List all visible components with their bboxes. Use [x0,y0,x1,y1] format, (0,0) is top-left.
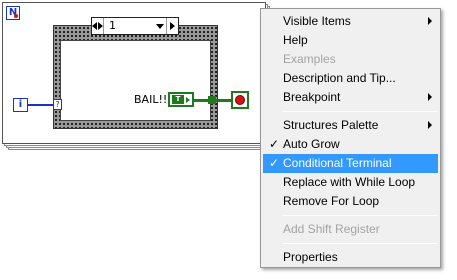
menu-item-label: Conditional Terminal [283,156,392,170]
menu-item-label: Breakpoint [283,90,341,104]
tunnel-label: ? [55,100,60,109]
menu-item-replace-with-while-loop[interactable]: Replace with While Loop [263,173,438,192]
submenu-arrow-icon [428,17,432,25]
menu-item-label: Replace with While Loop [283,175,416,189]
menu-item-examples: Examples [263,50,438,69]
checkmark-icon: ✓ [269,137,280,151]
boolean-constant[interactable]: T [168,92,194,107]
case-input-tunnel[interactable]: ? [53,99,62,110]
arrow-right-icon [170,22,175,30]
menu-item-auto-grow[interactable]: ✓ Auto Grow [263,135,438,154]
boolean-output-icon [186,96,190,103]
menu-separator [283,111,437,112]
arrow-left-icon [92,22,97,30]
menu-item-label: Structures Palette [283,118,379,132]
menu-item-description-and-tip[interactable]: Description and Tip... [263,69,438,88]
arrow-right-icon [98,22,103,30]
boolean-constant-label: T [172,95,184,104]
case-structure[interactable]: 1 [53,17,218,129]
for-loop-structure[interactable]: N 1 BAIL!!! T i ? [2,2,266,144]
iteration-terminal-label: i [18,99,23,110]
iteration-terminal[interactable]: i [13,98,28,112]
context-menu: Visible Items Help Examples Description … [260,8,441,268]
coercion-dot-icon [14,14,18,18]
count-terminal[interactable]: N [6,6,20,20]
menu-item-remove-for-loop[interactable]: Remove For Loop [263,192,438,211]
menu-item-breakpoint[interactable]: Breakpoint [263,88,438,107]
menu-item-label: Help [283,33,308,47]
menu-item-label: Description and Tip... [283,71,396,85]
menu-item-label: Properties [283,250,338,264]
wire-junction [208,96,216,104]
stop-icon [235,95,245,105]
checkmark-icon: ✓ [269,156,280,170]
submenu-arrow-icon [428,93,432,101]
menu-item-properties[interactable]: Properties [263,248,438,267]
case-dropdown-button[interactable] [154,18,166,34]
menu-item-add-shift-register: Add Shift Register [263,220,438,239]
menu-item-label: Remove For Loop [283,194,380,208]
menu-separator [283,215,437,216]
menu-item-label: Visible Items [283,14,351,28]
bail-label: BAIL!!! [134,93,172,106]
menu-item-label: Auto Grow [283,137,340,151]
case-decrement-button[interactable] [92,18,104,34]
submenu-arrow-icon [428,121,432,129]
conditional-terminal[interactable] [231,91,249,109]
menu-item-label: Add Shift Register [283,222,380,236]
menu-item-visible-items[interactable]: Visible Items [263,12,438,31]
case-selector[interactable]: 1 [91,17,179,35]
menu-item-help[interactable]: Help [263,31,438,50]
case-selector-value: 1 [109,19,116,32]
menu-item-structures-palette[interactable]: Structures Palette [263,116,438,135]
menu-item-label: Examples [283,52,336,66]
case-increment-button[interactable] [166,18,178,34]
menu-separator [283,243,437,244]
menu-item-conditional-terminal[interactable]: ✓ Conditional Terminal [263,154,438,173]
chevron-down-icon [156,23,164,29]
case-structure-interior [60,40,211,121]
